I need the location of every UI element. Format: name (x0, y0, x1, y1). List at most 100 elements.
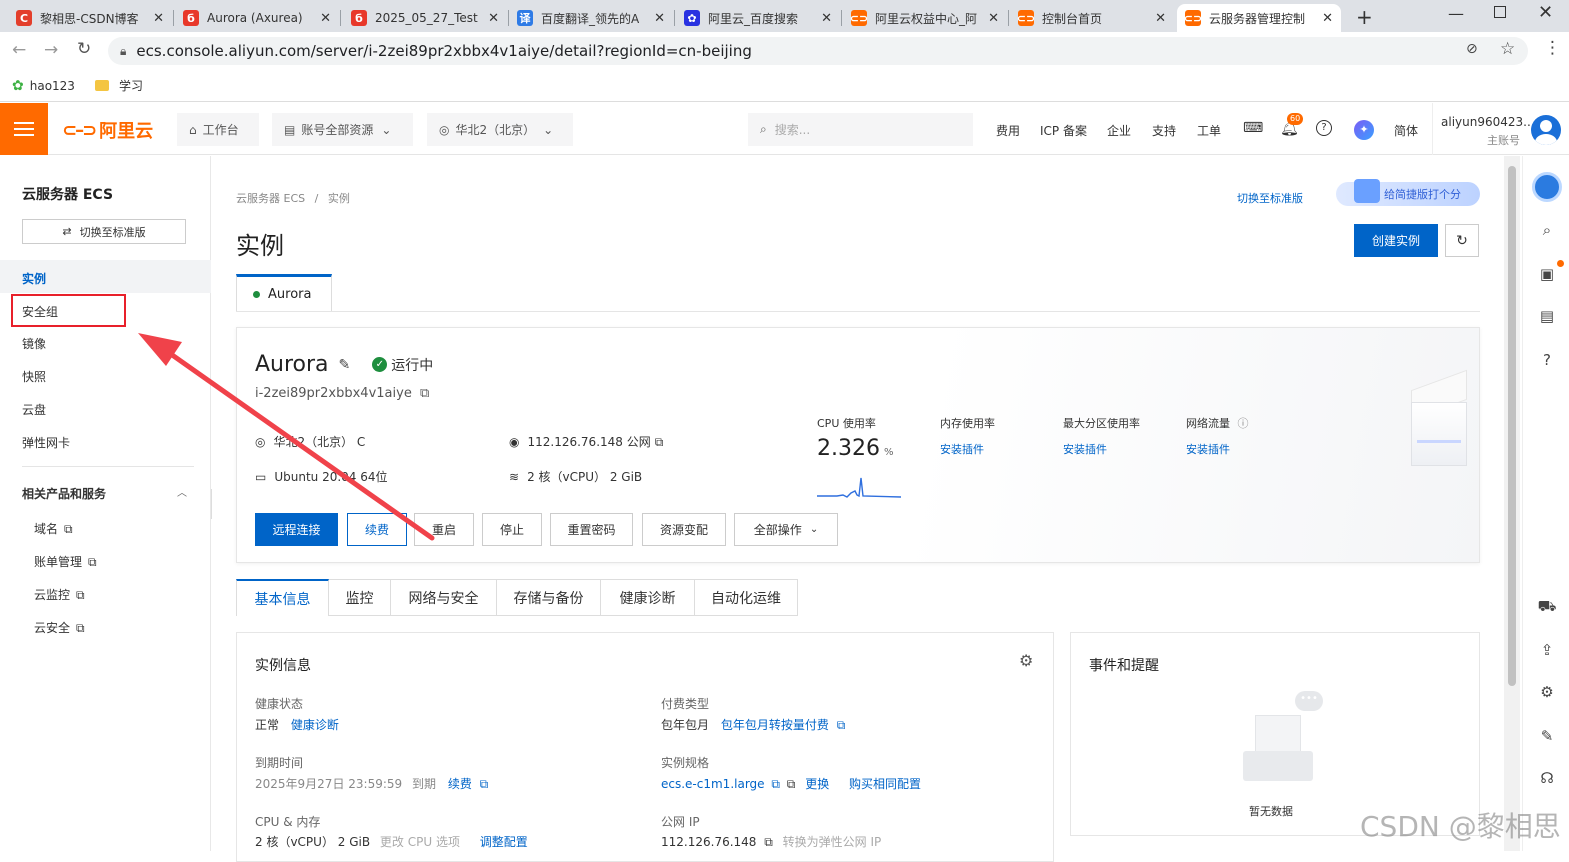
copy-icon[interactable]: ⧉ (420, 386, 429, 401)
region-dropdown[interactable]: ◎ 华北2（北京） ⌄ (427, 113, 573, 146)
help-icon[interactable]: ? (1316, 120, 1332, 136)
tab-close-icon[interactable]: ✕ (1322, 11, 1333, 26)
tab-close-icon[interactable]: ✕ (988, 11, 999, 26)
bookmark-hao123[interactable]: ✿ hao123 (12, 78, 75, 94)
help-circle-icon[interactable]: ? (1537, 350, 1557, 370)
convert-pay-link[interactable]: 包年包月转按量付费 (721, 718, 829, 732)
sidebar-item-snapshots[interactable]: 快照 (22, 368, 46, 385)
restart-button[interactable]: 重启 (414, 513, 474, 546)
nav-link-fee[interactable]: 费用 (996, 122, 1020, 139)
change-cpu-option[interactable]: 更改 CPU 选项 (380, 835, 460, 849)
stop-button[interactable]: 停止 (482, 513, 542, 546)
browser-tab[interactable]: C 黎相思-CSDN博客 ✕ (8, 4, 172, 32)
related-link-billing[interactable]: 账单管理 ⧉ (34, 553, 97, 570)
close-window-button[interactable]: ✕ (1538, 2, 1553, 23)
convert-eip-link[interactable]: 转换为弹性公网 IP (783, 835, 882, 849)
tab-storage-backup[interactable]: 存储与备份 (497, 579, 601, 616)
nav-link-enterprise[interactable]: 企业 (1107, 122, 1131, 139)
help-icon[interactable]: ⓘ (1238, 417, 1249, 430)
copy-icon[interactable]: ⧉ (787, 777, 796, 791)
create-instance-button[interactable]: 创建实例 (1354, 224, 1438, 257)
export-icon[interactable]: ⇪ (1537, 640, 1557, 660)
browser-tab[interactable]: ⊂⊃ 云服务器管理控制 ✕ (1177, 4, 1341, 32)
reload-icon[interactable]: ↻ (77, 39, 91, 59)
copy-icon[interactable]: ⧉ (655, 435, 664, 449)
spec-link[interactable]: ecs.e-c1m1.large (661, 777, 765, 791)
search-input[interactable]: ⌕ 搜索... (748, 113, 973, 146)
tab-close-icon[interactable]: ✕ (320, 11, 331, 26)
memory-install-plugin-link[interactable]: 安装插件 (940, 441, 984, 457)
sidebar-item-instances[interactable]: 实例 (0, 260, 211, 293)
related-link-domain[interactable]: 域名 ⧉ (34, 520, 73, 537)
breadcrumb-ecs[interactable]: 云服务器 ECS (236, 192, 305, 205)
new-tab-button[interactable]: + (1356, 5, 1373, 29)
switch-standard-link[interactable]: 切换至标准版 (1237, 190, 1303, 206)
edit-icon[interactable]: ✎ (1537, 726, 1557, 746)
adjust-config-link[interactable]: 调整配置 (480, 835, 528, 849)
avatar[interactable] (1531, 115, 1561, 145)
tab-health-diagnosis[interactable]: 健康诊断 (601, 579, 695, 616)
browser-tab[interactable]: ⊂⊃ 控制台首页 ✕ (1010, 4, 1174, 32)
settings-icon[interactable]: ⚙ (1537, 682, 1557, 702)
change-spec-link[interactable]: 更换 (805, 777, 829, 791)
renew-link[interactable]: 续费 (448, 777, 472, 791)
browser-tab[interactable]: ✿ 阿里云_百度搜索 ✕ (676, 4, 840, 32)
workbench-button[interactable]: ⌂ 工作台 (177, 113, 259, 146)
tab-close-icon[interactable]: ✕ (153, 11, 164, 26)
instance-tab[interactable]: Aurora (236, 274, 332, 312)
tab-monitor[interactable]: 监控 (329, 579, 391, 616)
health-diagnosis-link[interactable]: 健康诊断 (291, 718, 339, 732)
language-switch[interactable]: 简体 (1394, 122, 1418, 139)
related-link-security[interactable]: 云安全 ⧉ (34, 619, 85, 636)
related-link-cloudmonitor[interactable]: 云监控 ⧉ (34, 586, 85, 603)
hamburger-menu-button[interactable] (0, 103, 48, 155)
page-scrollbar[interactable] (1504, 156, 1520, 851)
headset-icon[interactable]: ☊ (1537, 768, 1557, 788)
minimize-button[interactable]: — (1448, 4, 1464, 23)
related-section-title[interactable]: 相关产品和服务 (22, 485, 106, 502)
back-icon[interactable]: ← (12, 40, 26, 60)
remote-connect-button[interactable]: 远程连接 (255, 513, 338, 546)
sidebar-item-eni[interactable]: 弹性网卡 (22, 434, 70, 451)
browser-tab[interactable]: 译百度翻译_领先的A ✕ (509, 4, 673, 32)
tab-close-icon[interactable]: ✕ (821, 11, 832, 26)
copy-icon[interactable]: ⧉ (764, 835, 773, 849)
tab-basic-info[interactable]: 基本信息 (236, 579, 329, 616)
renew-button[interactable]: 续费 (347, 513, 407, 546)
document-icon[interactable]: ▤ (1537, 306, 1557, 326)
tab-network-security[interactable]: 网络与安全 (391, 579, 497, 616)
sidebar-item-images[interactable]: 镜像 (22, 335, 46, 352)
settings-icon[interactable]: ⚙ (1019, 651, 1033, 670)
sidebar-item-disks[interactable]: 云盘 (22, 401, 46, 418)
refresh-button[interactable]: ↻ (1445, 224, 1479, 257)
terminal-icon[interactable]: ⌨ (1243, 120, 1263, 136)
all-actions-dropdown[interactable]: 全部操作 ⌄ (734, 513, 838, 546)
assistant-robot-icon[interactable] (1532, 172, 1562, 202)
assistant-icon[interactable]: ✦ (1354, 120, 1374, 140)
notice-icon[interactable]: ▣ (1537, 264, 1557, 284)
browser-tab[interactable]: б 2025_05_27_Test ✕ (343, 4, 507, 32)
disk-install-plugin-link[interactable]: 安装插件 (1063, 441, 1107, 457)
bookmark-folder-study[interactable]: 学习 (94, 77, 143, 94)
user-menu[interactable]: aliyun960423... 主账号 (1432, 103, 1535, 155)
browser-menu-icon[interactable]: ⋮ (1544, 38, 1561, 58)
feedback-button[interactable]: 给简捷版打个分 (1336, 179, 1480, 206)
bookmark-star-icon[interactable]: ☆ (1500, 39, 1515, 59)
switch-standard-button[interactable]: ⇄ 切换至标准版 (22, 219, 186, 244)
scrollbar-thumb[interactable] (1508, 166, 1516, 686)
chevron-up-icon[interactable]: ︿ (177, 484, 187, 499)
search-icon[interactable]: ⌕ (1537, 220, 1557, 240)
buy-same-link[interactable]: 购买相同配置 (849, 777, 921, 791)
tab-close-icon[interactable]: ✕ (654, 11, 665, 26)
maximize-button[interactable] (1494, 6, 1506, 18)
aliyun-logo[interactable]: ⊂–⊃ 阿里云 (62, 117, 153, 143)
edit-icon[interactable]: ✎ (339, 357, 351, 373)
resources-dropdown[interactable]: ▤ 账号全部资源 ⌄ (272, 113, 413, 146)
forward-icon[interactable]: → (44, 40, 58, 60)
reset-password-button[interactable]: 重置密码 (550, 513, 633, 546)
nav-link-support[interactable]: 支持 (1152, 122, 1176, 139)
tab-close-icon[interactable]: ✕ (488, 11, 499, 26)
resize-button[interactable]: 资源变配 (642, 513, 726, 546)
network-install-plugin-link[interactable]: 安装插件 (1186, 441, 1230, 457)
tab-automation-ops[interactable]: 自动化运维 (695, 579, 798, 616)
